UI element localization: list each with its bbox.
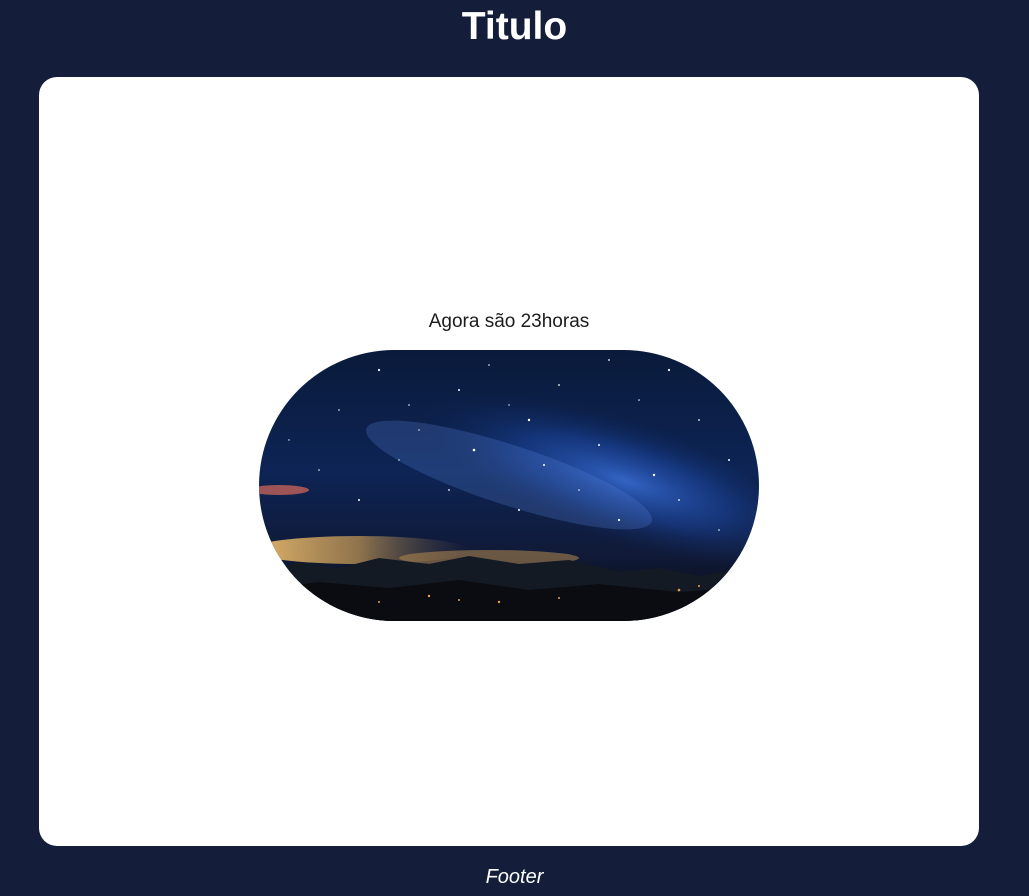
time-text: Agora são 23horas [428, 311, 590, 332]
footer-text: Footer [485, 866, 544, 888]
page-title: Titulo [461, 5, 568, 48]
content-card: Agora são 23horas [39, 77, 979, 846]
night-sky-image [259, 350, 759, 621]
